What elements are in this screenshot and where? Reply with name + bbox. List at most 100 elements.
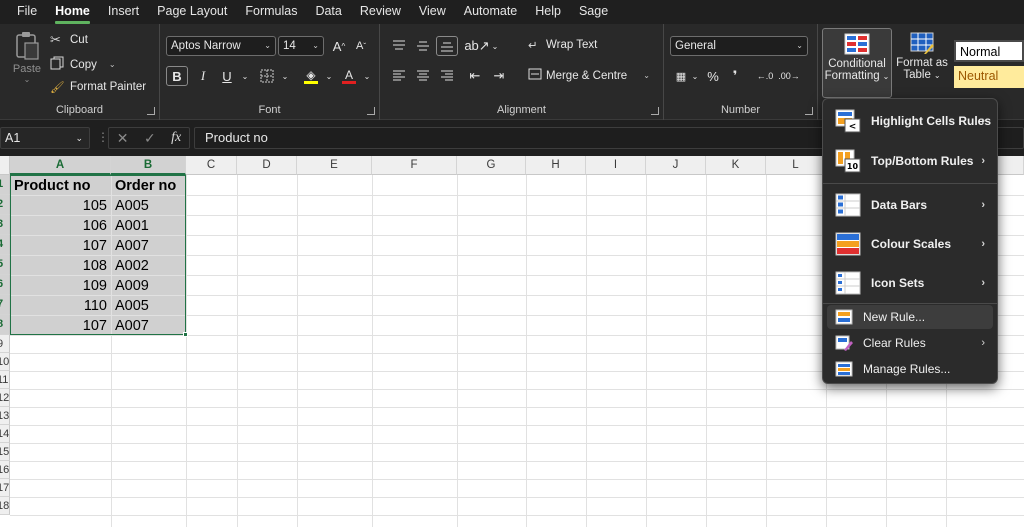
chevron-down-icon[interactable]: ⌄ <box>356 66 378 86</box>
tab-insert[interactable]: Insert <box>99 0 148 24</box>
percent-icon[interactable]: % <box>702 66 724 86</box>
row-header-4[interactable]: 4 <box>0 235 10 255</box>
row-header-7[interactable]: 7 <box>0 295 10 315</box>
row-header-1[interactable]: 1 <box>0 175 10 195</box>
merge-centre-button[interactable]: Merge & Centre ⌄ <box>528 68 650 83</box>
cell-b3[interactable]: A001 <box>112 216 186 236</box>
column-header-l[interactable]: L <box>766 156 826 175</box>
row-header-18[interactable]: 18 <box>0 497 10 515</box>
menu-item-new-rule[interactable]: New Rule... <box>827 305 993 329</box>
alignment-launcher-icon[interactable] <box>651 107 659 115</box>
chevron-down-icon[interactable]: ⌄ <box>318 66 340 86</box>
menu-item-icon-sets[interactable]: Icon Sets › <box>827 265 993 301</box>
row-header-12[interactable]: 12 <box>0 389 10 407</box>
align-top-icon[interactable] <box>388 36 410 56</box>
cell-a6[interactable]: 109 <box>11 276 110 296</box>
tab-sage[interactable]: Sage <box>570 0 617 24</box>
comma-style-icon[interactable]: ❜ <box>724 66 746 86</box>
font-launcher-icon[interactable] <box>367 107 375 115</box>
decrease-decimal-icon[interactable]: .00→ <box>778 66 800 86</box>
column-header-d[interactable]: D <box>237 156 297 175</box>
cell-b5[interactable]: A002 <box>112 256 186 276</box>
cell-a4[interactable]: 107 <box>11 236 110 256</box>
tab-file[interactable]: File <box>8 0 46 24</box>
row-header-15[interactable]: 15 <box>0 443 10 461</box>
column-header-j[interactable]: J <box>646 156 706 175</box>
align-bottom-icon[interactable] <box>436 36 458 56</box>
increase-decimal-icon[interactable]: ←.0 <box>754 66 776 86</box>
copy-button[interactable]: Copy ⌄ <box>50 56 116 73</box>
cancel-icon[interactable]: ✕ <box>117 130 129 147</box>
chevron-down-icon[interactable]: ⌄ <box>234 66 256 86</box>
align-center-icon[interactable] <box>412 66 434 86</box>
name-box[interactable]: A1 ⌄ <box>0 127 90 149</box>
menu-item-top-bottom-rules[interactable]: 10 Top/Bottom Rules › <box>827 143 993 179</box>
cell-b8[interactable]: A007 <box>112 316 186 336</box>
chevron-down-icon[interactable]: ⌄ <box>643 71 650 80</box>
fill-handle[interactable] <box>183 332 188 337</box>
row-header-11[interactable]: 11 <box>0 371 10 389</box>
style-neutral[interactable]: Neutral <box>954 66 1024 88</box>
clipboard-launcher-icon[interactable] <box>147 107 155 115</box>
row-header-8[interactable]: 8 <box>0 315 10 335</box>
column-header-f[interactable]: F <box>372 156 457 175</box>
style-normal[interactable]: Normal <box>954 40 1024 62</box>
tab-view[interactable]: View <box>410 0 455 24</box>
cell-a3[interactable]: 106 <box>11 216 110 236</box>
menu-item-data-bars[interactable]: Data Bars › <box>827 187 993 223</box>
decrease-font-icon[interactable]: Aˇ <box>350 36 372 56</box>
tab-automate[interactable]: Automate <box>455 0 527 24</box>
column-header-a[interactable]: A <box>10 156 111 175</box>
column-header-b[interactable]: B <box>111 156 186 175</box>
row-header-2[interactable]: 2 <box>0 195 10 215</box>
row-header-14[interactable]: 14 <box>0 425 10 443</box>
number-launcher-icon[interactable] <box>805 107 813 115</box>
align-left-icon[interactable] <box>388 66 410 86</box>
menu-item-manage-rules[interactable]: Manage Rules... <box>827 357 993 381</box>
cell-b2[interactable]: A005 <box>112 196 186 216</box>
row-header-10[interactable]: 10 <box>0 353 10 371</box>
column-header-i[interactable]: I <box>586 156 646 175</box>
row-header-5[interactable]: 5 <box>0 255 10 275</box>
italic-button[interactable]: I <box>192 66 214 86</box>
align-middle-icon[interactable] <box>412 36 434 56</box>
conditional-formatting-button[interactable]: Conditional Formatting ⌄ <box>822 28 892 98</box>
cell-b6[interactable]: A009 <box>112 276 186 296</box>
cell-a7[interactable]: 110 <box>11 296 110 316</box>
format-painter-button[interactable]: 🖌 Format Painter <box>50 80 146 94</box>
column-header-e[interactable]: E <box>297 156 372 175</box>
menu-item-colour-scales[interactable]: Colour Scales › <box>827 226 993 262</box>
number-format-select[interactable]: General ⌄ <box>670 36 808 56</box>
column-header-k[interactable]: K <box>706 156 766 175</box>
align-right-icon[interactable] <box>436 66 458 86</box>
menu-item-highlight-cells-rules[interactable]: < Highlight Cells Rules › <box>827 103 993 139</box>
row-header-17[interactable]: 17 <box>0 479 10 497</box>
cell-a2[interactable]: 105 <box>11 196 110 216</box>
row-header-6[interactable]: 6 <box>0 275 10 295</box>
tab-formulas[interactable]: Formulas <box>236 0 306 24</box>
wrap-text-button[interactable]: ↵ Wrap Text <box>528 38 597 52</box>
column-header-c[interactable]: C <box>186 156 237 175</box>
cell-a5[interactable]: 108 <box>11 256 110 276</box>
cell-b4[interactable]: A007 <box>112 236 186 256</box>
font-size-select[interactable]: 14 ⌄ <box>278 36 324 56</box>
insert-function-icon[interactable]: fx <box>171 130 181 146</box>
format-as-table-button[interactable]: Format as Table ⌄ <box>894 32 950 98</box>
menu-item-clear-rules[interactable]: Clear Rules › <box>827 331 993 355</box>
row-header-3[interactable]: 3 <box>0 215 10 235</box>
cell-a1[interactable]: Product no <box>11 176 111 196</box>
enter-icon[interactable]: ✓ <box>144 130 156 147</box>
tab-help[interactable]: Help <box>526 0 570 24</box>
increase-font-icon[interactable]: A ^ <box>328 36 350 56</box>
row-header-9[interactable]: 9 <box>0 335 10 353</box>
cut-button[interactable]: ✂ Cut <box>50 32 88 48</box>
tab-page-layout[interactable]: Page Layout <box>148 0 236 24</box>
column-header-g[interactable]: G <box>457 156 526 175</box>
chevron-down-icon[interactable]: ⌄ <box>109 60 116 69</box>
column-header-h[interactable]: H <box>526 156 586 175</box>
cell-b1[interactable]: Order no <box>112 176 186 196</box>
select-all-corner[interactable] <box>0 156 10 175</box>
tab-home[interactable]: Home <box>46 0 99 24</box>
tab-data[interactable]: Data <box>306 0 350 24</box>
decrease-indent-icon[interactable]: ⇤ <box>464 66 486 86</box>
